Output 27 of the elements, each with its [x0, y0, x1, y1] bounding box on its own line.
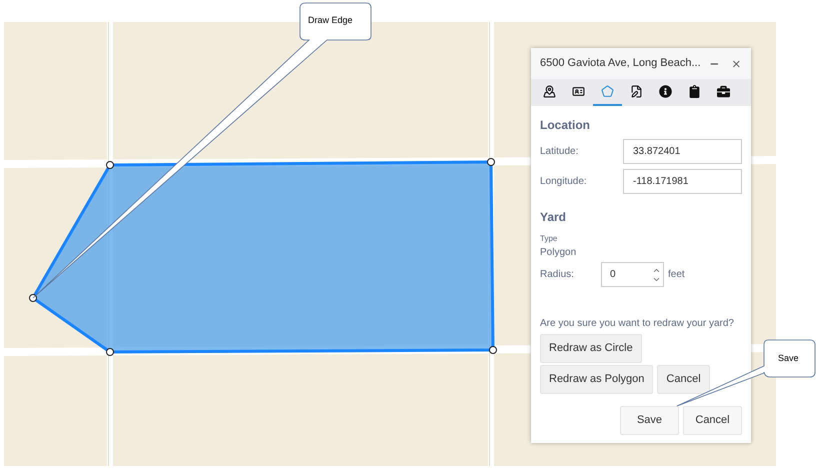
type-value: Polygon: [540, 246, 578, 260]
briefcase-icon: [717, 85, 730, 98]
footer-button[interactable]: Save: [620, 406, 679, 435]
field-label: Longitude:: [540, 175, 588, 189]
redraw-button[interactable]: Redraw as Circle: [540, 334, 642, 363]
footer-button[interactable]: Cancel: [683, 406, 742, 435]
type-label: Type: [540, 233, 558, 245]
callout-text: Draw Edge: [308, 14, 353, 27]
callout-text: Save: [778, 352, 799, 365]
coordinate-field[interactable]: -118.171981: [623, 169, 742, 194]
field-label: Latitude:: [540, 145, 580, 159]
map-pin-icon: [543, 85, 556, 98]
unit-label: feet: [668, 268, 685, 282]
section-heading: Yard: [540, 209, 568, 226]
file-edit-icon: [630, 85, 643, 98]
redraw-button[interactable]: Cancel: [657, 365, 710, 394]
confirm-question: Are you sure you want to redraw your yard?: [540, 317, 735, 331]
coordinate-field[interactable]: 33.872401: [623, 139, 742, 164]
panel-title: 6500 Gaviota Ave, Long Beach...: [540, 56, 701, 72]
radius-field[interactable]: 0: [601, 262, 664, 287]
id-card-icon: [572, 85, 585, 98]
redraw-button[interactable]: Redraw as Polygon: [540, 365, 654, 394]
field-label: Radius:: [540, 268, 575, 282]
pentagon-icon: [601, 85, 614, 98]
info-icon: [659, 85, 672, 98]
section-heading: Location: [540, 117, 591, 134]
clipboard-icon: [688, 85, 701, 98]
